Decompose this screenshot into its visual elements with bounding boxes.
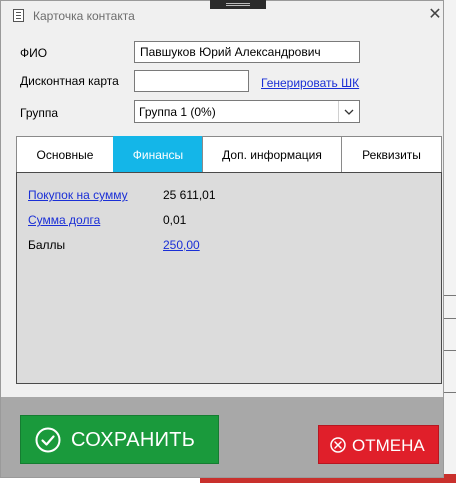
- points-link[interactable]: 250,00: [163, 238, 200, 252]
- fio-field[interactable]: Павшуков Юрий Александрович: [134, 41, 360, 63]
- group-select-value: Группа 1 (0%): [139, 105, 216, 119]
- cancel-button-label: ОТМЕНА: [352, 436, 425, 455]
- background-divider: [444, 318, 456, 319]
- generate-barcode-link[interactable]: Генерировать ШК: [261, 76, 359, 90]
- contact-card-dialog: Карточка контакта ✕ ФИО Павшуков Юрий Ал…: [0, 0, 444, 478]
- purchases-link[interactable]: Покупок на сумму: [28, 188, 128, 202]
- background-divider: [444, 295, 456, 296]
- debt-value: 0,01: [163, 213, 187, 227]
- save-button-label: СОХРАНИТЬ: [71, 429, 196, 451]
- fio-label: ФИО: [20, 46, 48, 60]
- save-button[interactable]: СОХРАНИТЬ: [20, 415, 219, 464]
- cancel-button[interactable]: ОТМЕНА: [318, 425, 439, 464]
- background-divider: [444, 392, 456, 393]
- debt-link[interactable]: Сумма долга: [28, 213, 100, 227]
- contact-card-icon: [13, 9, 24, 22]
- tab-main[interactable]: Основные: [16, 136, 114, 173]
- close-icon[interactable]: ✕: [423, 5, 447, 25]
- group-label: Группа: [20, 106, 59, 120]
- discount-card-field[interactable]: [134, 70, 249, 92]
- tab-finance[interactable]: Финансы: [113, 136, 203, 173]
- background-divider: [444, 350, 456, 351]
- finance-panel: Покупок на сумму 25 611,01 Сумма долга 0…: [16, 172, 442, 384]
- tab-requisites[interactable]: Реквизиты: [341, 136, 442, 173]
- discount-card-label: Дисконтная карта: [20, 74, 119, 88]
- purchases-value: 25 611,01: [163, 188, 216, 202]
- chevron-down-icon[interactable]: [338, 101, 359, 122]
- window-drag-handle[interactable]: [210, 0, 266, 9]
- points-label: Баллы: [28, 238, 66, 252]
- tab-additional-info[interactable]: Доп. информация: [202, 136, 342, 173]
- check-circle-icon: [35, 427, 61, 453]
- window-title: Карточка контакта: [33, 9, 135, 23]
- close-circle-icon: [330, 437, 346, 453]
- group-select[interactable]: Группа 1 (0%): [134, 100, 360, 123]
- tab-strip: Основные Финансы Доп. информация Реквизи…: [16, 136, 442, 173]
- background-app-edge: [444, 0, 456, 483]
